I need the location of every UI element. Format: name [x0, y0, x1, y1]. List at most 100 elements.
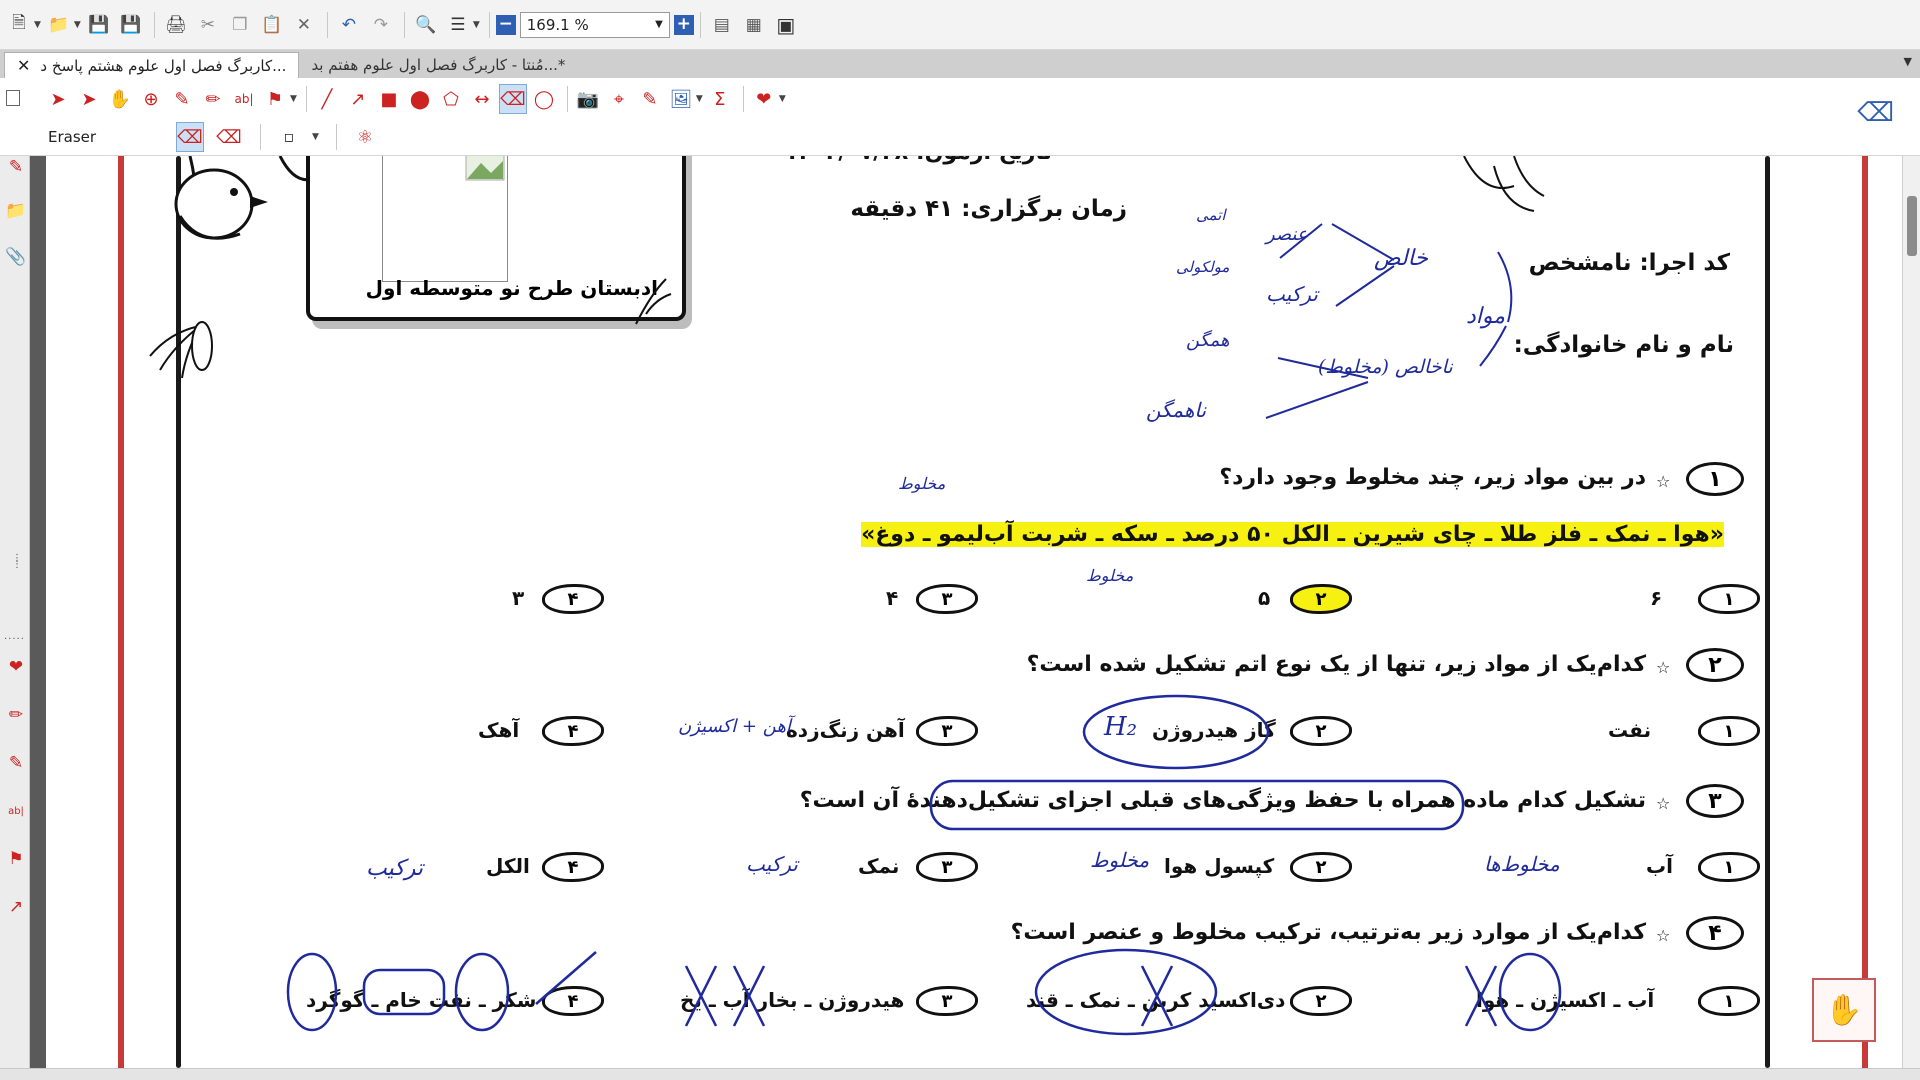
zoom-select[interactable]: 169.1 % ▼ — [519, 11, 670, 38]
arrow-icon[interactable]: ↗ — [344, 84, 372, 114]
sidebar-splitter-handle[interactable]: ⋮ ⋮ — [12, 554, 22, 570]
tab-active-document[interactable]: ...کاربرگ فصل اول علوم هشتم پاسخ د ✕ — [4, 52, 300, 78]
option-text[interactable]: ۴ — [886, 586, 898, 610]
eraser-size-dropdown-arrow[interactable]: ▼ — [312, 132, 319, 142]
option-text[interactable]: الکل — [486, 854, 530, 878]
select-text-icon[interactable]: ➤ — [75, 84, 103, 114]
option-badge[interactable]: ۳ — [916, 716, 978, 746]
option-text[interactable]: ۵ — [1258, 586, 1270, 610]
attachments-icon[interactable]: 📎 — [5, 246, 27, 268]
stamp-dropdown-arrow[interactable]: ▼ — [290, 94, 297, 104]
option-text[interactable]: آهک — [478, 718, 519, 742]
option-badge[interactable]: ۴ — [542, 852, 604, 882]
zoom-out-button[interactable]: − — [495, 14, 516, 35]
vertical-scrollbar[interactable] — [1902, 156, 1920, 1068]
option-text[interactable]: ۶ — [1650, 586, 1662, 610]
sum-icon[interactable]: Σ — [706, 84, 734, 114]
option-text[interactable]: آهن زنگ‌زده — [786, 718, 905, 742]
option-badge[interactable]: ۱ — [1698, 852, 1760, 882]
current-tool-label: Eraser — [48, 128, 97, 146]
stamp-icon[interactable]: ⚑ — [261, 84, 289, 114]
textbox-icon[interactable]: ab| — [5, 800, 27, 822]
option-badge[interactable]: ۱ — [1698, 584, 1760, 614]
star-icon: ☆ — [1656, 658, 1671, 677]
option-text[interactable]: نفت — [1608, 718, 1651, 742]
new-dropdown-arrow[interactable]: ▼ — [34, 20, 41, 30]
option-badge[interactable]: ۴ — [542, 584, 604, 614]
zoom-in-button[interactable]: + — [673, 14, 694, 35]
exam-date: تاریخ آزمون: ۱۴۰۲/۰۷/۲۸ — [785, 156, 1052, 165]
snapshot-icon[interactable]: 📷 — [574, 84, 602, 114]
lasso-icon[interactable]: ◯ — [530, 84, 558, 114]
tab-inactive-document[interactable]: *...مُنتا - کاربرگ فصل اول علوم هفتم بد — [299, 52, 577, 78]
option-text[interactable]: نمک — [858, 854, 899, 878]
option-badge[interactable]: ۳ — [916, 852, 978, 882]
eraser-settings-icon[interactable]: ⚛ — [351, 122, 379, 152]
favorite-icon[interactable]: ❤ — [750, 84, 778, 114]
line-icon[interactable]: ╱ — [313, 84, 341, 114]
polygon-icon[interactable]: ⬠ — [437, 84, 465, 114]
fullscreen-icon[interactable]: ▣ — [771, 10, 801, 40]
pen-icon[interactable]: ✎ — [168, 84, 196, 114]
open-dropdown-arrow[interactable]: ▼ — [74, 20, 81, 30]
crop-icon[interactable]: ⌖ — [605, 84, 633, 114]
select-arrow-icon[interactable]: ➤ — [44, 84, 72, 114]
erase-whole-icon[interactable]: ⌫ — [176, 122, 204, 152]
pencil-icon[interactable]: ✏ — [5, 704, 27, 726]
stamp-icon[interactable]: ⚑ — [5, 848, 27, 870]
ellipse-icon[interactable]: ⬤ — [406, 84, 434, 114]
copy-icon[interactable]: ❐ — [225, 10, 255, 40]
pencil-icon[interactable]: ✎ — [636, 84, 664, 114]
option-text[interactable]: کپسول هوا — [1164, 854, 1274, 878]
document-page[interactable]: ادبستان طرح نو متوسطه اول تاریخ آزمون: ۱… — [46, 156, 1902, 1068]
view-options-icon[interactable]: ☰ — [443, 10, 473, 40]
print-icon[interactable]: 🖨 — [161, 10, 191, 40]
option-badge[interactable]: ۱ — [1698, 716, 1760, 746]
highlighter-icon[interactable]: ✎ — [5, 752, 27, 774]
favorite-icon[interactable]: ❤ — [5, 656, 27, 678]
option-badge-selected[interactable]: ۲ — [1290, 584, 1352, 614]
rectangle-icon[interactable]: ■ — [375, 84, 403, 114]
option-badge[interactable]: ۳ — [916, 584, 978, 614]
save-icon[interactable]: 💾 — [84, 10, 114, 40]
zoom-in-icon[interactable]: ⊕ — [137, 84, 165, 114]
redo-icon[interactable]: ↷ — [366, 10, 396, 40]
close-icon[interactable]: ✕ — [17, 56, 30, 75]
delete-icon[interactable]: ✕ — [289, 10, 319, 40]
cut-icon[interactable]: ✂ — [193, 10, 223, 40]
new-icon[interactable]: 🗎 — [4, 10, 34, 40]
option-text[interactable]: ۳ — [512, 586, 524, 610]
toolbar-pin-checkbox[interactable] — [6, 90, 20, 106]
eraser-size-icon[interactable]: ◻ — [275, 122, 303, 152]
handwriting-tarkib: ترکیب — [366, 856, 423, 881]
image-icon[interactable]: 🖼 — [667, 84, 695, 114]
arrow-icon[interactable]: ↗ — [5, 896, 27, 918]
paste-icon[interactable]: 📋 — [257, 10, 287, 40]
chevron-down-icon[interactable]: ▼ — [655, 19, 663, 30]
highlighter-icon[interactable]: ✏ — [199, 84, 227, 114]
single-page-icon[interactable]: ▤ — [707, 10, 737, 40]
find-icon[interactable]: 🔍 — [411, 10, 441, 40]
favorite-dropdown-arrow[interactable]: ▼ — [779, 94, 786, 104]
tab-list-chevron-icon[interactable]: ▼ — [1904, 55, 1912, 68]
option-badge[interactable]: ۴ — [542, 716, 604, 746]
option-badge[interactable]: ۱ — [1698, 986, 1760, 1016]
bookmarks-icon[interactable]: 📁 — [5, 200, 27, 222]
fit-width-icon[interactable]: ▦ — [739, 10, 769, 40]
image-dropdown-arrow[interactable]: ▼ — [696, 94, 703, 104]
view-options-dropdown-arrow[interactable]: ▼ — [473, 20, 480, 30]
erase-partial-icon[interactable]: ⌫ — [215, 122, 243, 152]
measure-icon[interactable]: ↔ — [468, 84, 496, 114]
hand-tool-button[interactable]: ✋ — [1812, 978, 1876, 1042]
undo-icon[interactable]: ↶ — [334, 10, 364, 40]
textbox-icon[interactable]: ab| — [230, 84, 258, 114]
save-all-icon[interactable]: 💾 — [116, 10, 146, 40]
eraser-icon[interactable]: ⌫ — [498, 84, 527, 114]
option-badge[interactable]: ۲ — [1290, 852, 1352, 882]
vertical-scrollbar-thumb[interactable] — [1907, 196, 1917, 256]
hand-icon[interactable]: ✋ — [106, 84, 134, 114]
option-text[interactable]: آب — [1646, 854, 1673, 878]
open-icon[interactable]: 📁 — [44, 10, 74, 40]
option-badge[interactable]: ۲ — [1290, 716, 1352, 746]
pen-icon[interactable]: ✎ — [5, 156, 27, 178]
